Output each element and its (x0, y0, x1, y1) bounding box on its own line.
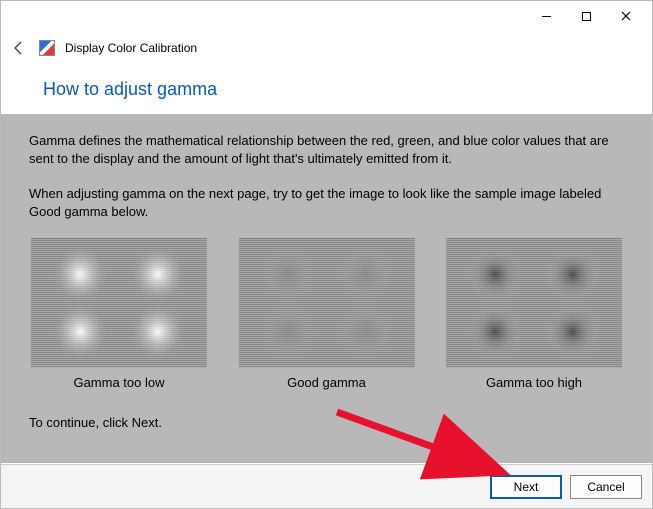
window-titlebar (1, 1, 652, 31)
sample-gamma-low: Gamma too low (29, 238, 209, 392)
sample-gamma-good: Good gamma (237, 238, 417, 392)
cancel-button[interactable]: Cancel (570, 475, 642, 499)
sample-image-high (446, 238, 622, 368)
intro-paragraph-1: Gamma defines the mathematical relations… (29, 132, 624, 167)
sample-label-high: Gamma too high (444, 374, 624, 392)
sample-label-low: Gamma too low (29, 374, 209, 392)
continue-hint: To continue, click Next. (29, 414, 624, 432)
close-button[interactable] (606, 2, 646, 30)
sample-label-good: Good gamma (237, 374, 417, 392)
gamma-samples-row: Gamma too low Good gamma Gamma too high (29, 238, 624, 392)
sample-gamma-high: Gamma too high (444, 238, 624, 392)
sample-image-low (31, 238, 207, 368)
back-button[interactable] (9, 38, 29, 58)
sample-image-good (239, 238, 415, 368)
page-headline: How to adjust gamma (1, 65, 652, 114)
app-icon (39, 40, 55, 56)
minimize-button[interactable] (526, 2, 566, 30)
header-row: Display Color Calibration (1, 31, 652, 65)
maximize-button[interactable] (566, 2, 606, 30)
wizard-footer: Next Cancel (1, 464, 652, 508)
intro-paragraph-2: When adjusting gamma on the next page, t… (29, 185, 624, 220)
content-area: Gamma defines the mathematical relations… (1, 114, 652, 463)
app-title: Display Color Calibration (65, 41, 197, 55)
next-button[interactable]: Next (490, 475, 562, 499)
